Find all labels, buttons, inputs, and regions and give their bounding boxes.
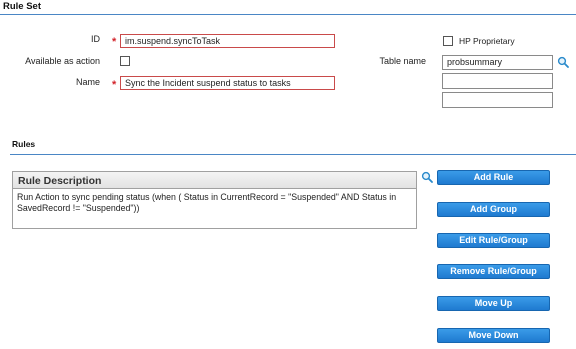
hp-proprietary-label: HP Proprietary (459, 36, 515, 46)
add-rule-button[interactable]: Add Rule (437, 170, 550, 185)
table-name-field-1[interactable]: probsummary (442, 55, 553, 70)
remove-rule-group-button[interactable]: Remove Rule/Group (437, 264, 550, 279)
rules-divider (10, 154, 576, 155)
id-label: ID (91, 34, 100, 44)
available-as-action-checkbox[interactable] (120, 56, 130, 66)
id-required-marker: * (112, 36, 117, 48)
id-field[interactable]: im.suspend.syncToTask (120, 34, 335, 48)
edit-rule-group-button[interactable]: Edit Rule/Group (437, 233, 550, 248)
rule-description-header: Rule Description (13, 172, 416, 189)
name-field[interactable]: Sync the Incident suspend status to task… (120, 76, 335, 90)
search-icon[interactable] (557, 56, 569, 68)
add-group-button[interactable]: Add Group (437, 202, 550, 217)
table-name-label: Table name (379, 56, 426, 66)
search-icon[interactable] (421, 171, 433, 183)
table-name-field-2[interactable] (442, 73, 553, 89)
rule-row[interactable]: Run Action to sync pending status (when … (13, 189, 416, 217)
hp-proprietary-checkbox[interactable] (443, 36, 453, 46)
rules-section-title: Rules (12, 139, 36, 149)
page-title: Rule Set (3, 1, 42, 12)
header-divider (0, 14, 576, 15)
rules-table: Rule Description Run Action to sync pend… (12, 171, 417, 229)
move-up-button[interactable]: Move Up (437, 296, 550, 311)
available-as-action-label: Available as action (25, 56, 100, 66)
name-label: Name (75, 77, 100, 87)
move-down-button[interactable]: Move Down (437, 328, 550, 343)
table-name-field-3[interactable] (442, 92, 553, 108)
name-required-marker: * (112, 79, 117, 91)
